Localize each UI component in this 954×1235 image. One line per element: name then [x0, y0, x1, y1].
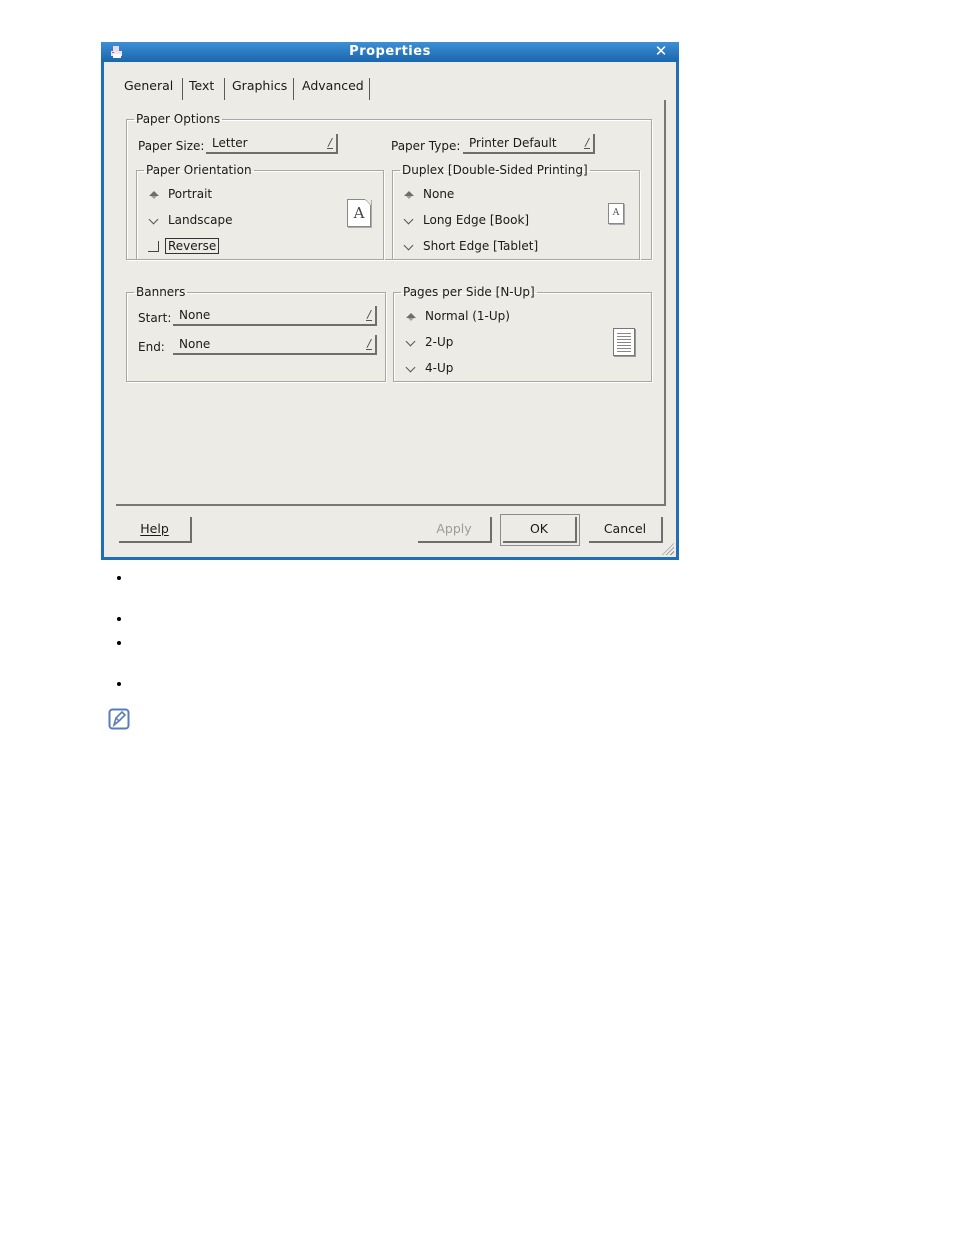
- banner-start-value: None: [179, 308, 211, 322]
- properties-dialog: Properties ✕ General Text Graphics Advan…: [101, 42, 679, 560]
- pages-per-side-legend: Pages per Side [N-Up]: [403, 285, 535, 299]
- radio-unselected-icon: [148, 215, 160, 227]
- duplex-legend: Duplex [Double-Sided Printing]: [402, 163, 588, 177]
- paper-size-combo[interactable]: Letter /: [206, 134, 338, 154]
- nup-4up-radio[interactable]: 4-Up: [405, 360, 453, 376]
- paper-type-label: Paper Type:: [391, 139, 461, 153]
- radio-unselected-icon: [403, 215, 415, 227]
- tab-separator: [224, 78, 225, 100]
- nup-2up-radio[interactable]: 2-Up: [405, 334, 453, 350]
- reverse-checkbox[interactable]: Reverse: [148, 238, 220, 254]
- help-button[interactable]: Help: [119, 517, 192, 543]
- list-bullet: [117, 576, 121, 580]
- ok-button[interactable]: OK: [500, 514, 580, 546]
- reverse-label: Reverse: [165, 238, 220, 254]
- radio-unselected-icon: [403, 241, 415, 253]
- close-button[interactable]: ✕: [653, 43, 669, 59]
- tab-general[interactable]: General: [124, 74, 173, 98]
- resize-grip[interactable]: [662, 543, 674, 555]
- orientation-portrait-radio[interactable]: Portrait: [148, 186, 212, 202]
- general-tab-panel: Paper Options Paper Size: Letter / Paper…: [116, 100, 666, 506]
- radio-selected-icon: [148, 189, 160, 201]
- combo-arrow-underline: [366, 349, 372, 350]
- combo-arrow-underline: [366, 320, 372, 321]
- list-bullet: [117, 617, 121, 621]
- checkbox-icon: [148, 241, 159, 252]
- tab-graphics[interactable]: Graphics: [232, 74, 287, 98]
- paper-size-value: Letter: [212, 136, 248, 150]
- banner-end-value: None: [179, 337, 211, 351]
- window-title: Properties: [349, 44, 431, 59]
- tab-separator: [293, 78, 294, 100]
- tab-advanced[interactable]: Advanced: [302, 74, 364, 98]
- tab-text[interactable]: Text: [189, 74, 214, 98]
- banner-start-combo[interactable]: None /: [173, 306, 377, 326]
- duplex-none-label: None: [423, 187, 455, 201]
- banner-end-label: End:: [138, 340, 165, 354]
- nup-preview-icon: [613, 328, 635, 356]
- banners-legend: Banners: [136, 285, 186, 299]
- combo-arrow-icon: /: [585, 136, 589, 149]
- paper-type-value: Printer Default: [469, 136, 557, 150]
- paper-orientation-legend: Paper Orientation: [146, 163, 252, 177]
- cancel-label: Cancel: [603, 521, 647, 536]
- duplex-preview-icon: A: [608, 203, 624, 224]
- ok-label: OK: [529, 521, 549, 536]
- nup-2up-label: 2-Up: [425, 335, 454, 349]
- nup-normal-radio[interactable]: Normal (1-Up): [405, 308, 510, 324]
- radio-selected-icon: [403, 189, 415, 201]
- title-bar[interactable]: Properties ✕: [101, 42, 679, 62]
- cancel-button[interactable]: Cancel: [589, 517, 663, 543]
- tab-separator: [369, 78, 370, 100]
- duplex-short-edge-radio[interactable]: Short Edge [Tablet]: [403, 238, 538, 254]
- combo-arrow-underline: [584, 148, 590, 149]
- paper-type-combo[interactable]: Printer Default /: [463, 134, 595, 154]
- radio-selected-icon: [405, 311, 417, 323]
- banners-frame: Banners: [126, 285, 386, 382]
- list-bullet: [117, 682, 121, 686]
- banner-end-combo[interactable]: None /: [173, 335, 377, 355]
- landscape-label: Landscape: [168, 213, 233, 227]
- combo-arrow-icon: /: [367, 308, 371, 321]
- combo-arrow-underline: [327, 148, 333, 149]
- duplex-long-edge-label: Long Edge [Book]: [423, 213, 530, 227]
- dialog-body: General Text Graphics Advanced Paper Opt…: [104, 62, 676, 557]
- help-label: Help: [140, 521, 169, 536]
- tab-separator: [182, 78, 183, 100]
- banner-start-label: Start:: [138, 311, 172, 325]
- radio-unselected-icon: [405, 337, 417, 349]
- paper-size-label: Paper Size:: [138, 139, 205, 153]
- radio-unselected-icon: [405, 363, 417, 375]
- close-icon: ✕: [654, 42, 668, 60]
- nup-normal-label: Normal (1-Up): [425, 309, 510, 323]
- duplex-long-edge-radio[interactable]: Long Edge [Book]: [403, 212, 529, 228]
- combo-arrow-icon: /: [328, 136, 332, 149]
- duplex-short-edge-label: Short Edge [Tablet]: [423, 239, 539, 253]
- orientation-landscape-radio[interactable]: Landscape: [148, 212, 232, 228]
- list-bullet: [117, 641, 121, 645]
- duplex-none-radio[interactable]: None: [403, 186, 454, 202]
- note-icon: [108, 708, 130, 730]
- paper-options-legend: Paper Options: [136, 112, 221, 126]
- portrait-label: Portrait: [168, 187, 213, 201]
- apply-button[interactable]: Apply: [418, 517, 492, 543]
- nup-4up-label: 4-Up: [425, 361, 454, 375]
- orientation-preview-icon: A: [347, 199, 371, 227]
- combo-arrow-icon: /: [367, 337, 371, 350]
- apply-label: Apply: [436, 521, 472, 536]
